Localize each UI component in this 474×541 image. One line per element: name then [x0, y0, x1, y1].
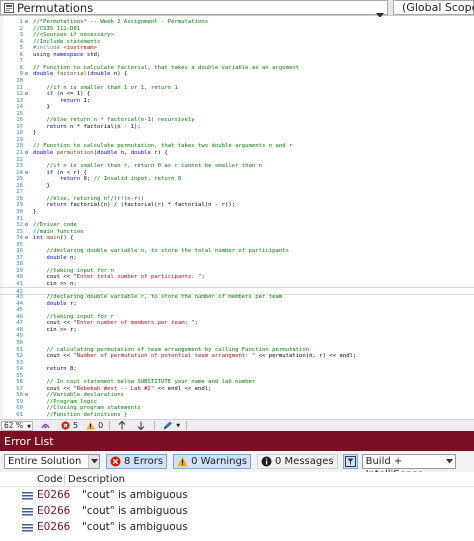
- error-list-title: Error List: [4, 435, 54, 448]
- filter-icon: [344, 456, 356, 467]
- divider: [154, 421, 156, 430]
- warning-count: 0: [98, 421, 104, 430]
- column-header-code[interactable]: Code: [37, 474, 63, 485]
- error-icon: [61, 421, 70, 430]
- member-scope-label: (Global Scope): [402, 1, 474, 14]
- table-row[interactable]: E0266 "cout" is ambiguous: [0, 488, 474, 503]
- column-divider[interactable]: [64, 474, 65, 485]
- warning-icon: [177, 456, 188, 467]
- messages-filter-button[interactable]: 0 Messages: [257, 454, 338, 469]
- file-scope-dropdown[interactable]: Permutations: [0, 0, 388, 18]
- error-code: E0266: [37, 505, 71, 517]
- filter-toggle-button[interactable]: [342, 454, 358, 469]
- member-scope-dropdown[interactable]: (Global Scope): [393, 0, 474, 15]
- error-code: E0266: [37, 489, 71, 501]
- line-number: 61: [16, 412, 23, 418]
- chevron-down-icon: [88, 455, 99, 468]
- errors-filter-label: 8 Errors: [124, 456, 164, 467]
- error-list-toolbar: Entire Solution 8 Errors 0 Warnings 0 Me…: [0, 451, 474, 480]
- intellisense-error-icon: [22, 523, 33, 535]
- intellisense-error-icon: [22, 507, 33, 519]
- error-count: 5: [73, 421, 79, 430]
- code-token: //Function definitions }: [33, 412, 128, 418]
- error-code: E0266: [37, 521, 71, 533]
- messages-filter-label: 0 Messages: [275, 456, 334, 467]
- warnings-filter-button[interactable]: 0 Warnings: [173, 454, 252, 469]
- error-description: "cout" is ambiguous: [82, 505, 188, 517]
- table-row[interactable]: E0266 "cout" is ambiguous: [0, 520, 474, 535]
- project-icon: [3, 2, 14, 13]
- chevron-down-icon: ▼: [27, 423, 31, 430]
- navigation-bar: Permutations (Global Scope): [0, 0, 474, 18]
- file-scope-label: Permutations: [17, 0, 94, 15]
- divider: [186, 421, 188, 430]
- arrow-up-icon: [118, 421, 126, 430]
- chevron-down-icon: [445, 455, 455, 468]
- code-cleanup-button[interactable]: ▼: [163, 421, 180, 430]
- next-issue-button[interactable]: [137, 421, 148, 430]
- column-header-description[interactable]: Description: [68, 474, 125, 485]
- error-description: "cout" is ambiguous: [82, 489, 188, 501]
- error-description: "cout" is ambiguous: [82, 521, 188, 533]
- error-scope-select[interactable]: Entire Solution: [4, 454, 100, 469]
- editor-status-bar: 62 % ▼ 5 0 ▼: [0, 419, 474, 431]
- warnings-filter-label: 0 Warnings: [191, 456, 248, 467]
- warning-icon: [86, 421, 95, 430]
- divider: [109, 421, 111, 430]
- error-scope-value: Entire Solution: [8, 456, 82, 467]
- info-icon: [261, 456, 272, 467]
- errors-filter-button[interactable]: 8 Errors: [106, 454, 168, 469]
- error-icon: [110, 456, 121, 467]
- code-text: //Function definitions }: [33, 411, 127, 419]
- zoom-level-dropdown[interactable]: 62 % ▼: [1, 420, 33, 431]
- error-list-header: Error List: [0, 431, 474, 451]
- code-editor[interactable]: 1 ⊟//*Permutations* -- Week 2 Assignment …: [0, 17, 474, 419]
- zoom-level: 62 %: [4, 420, 24, 430]
- intellisense-icon[interactable]: [41, 421, 53, 430]
- warning-count-indicator[interactable]: 0: [86, 421, 103, 430]
- arrow-down-icon: [137, 421, 145, 430]
- error-list-columns: Code Description: [0, 472, 474, 487]
- intellisense-error-icon: [22, 491, 33, 503]
- build-source-select[interactable]: Build + IntelliSense: [361, 454, 456, 480]
- brush-icon: [163, 421, 173, 430]
- code-line[interactable]: 61 //Function definitions }: [0, 411, 474, 419]
- previous-issue-button[interactable]: [118, 421, 129, 430]
- table-row[interactable]: E0266 "cout" is ambiguous: [0, 504, 474, 519]
- error-count-indicator[interactable]: 5: [61, 421, 78, 430]
